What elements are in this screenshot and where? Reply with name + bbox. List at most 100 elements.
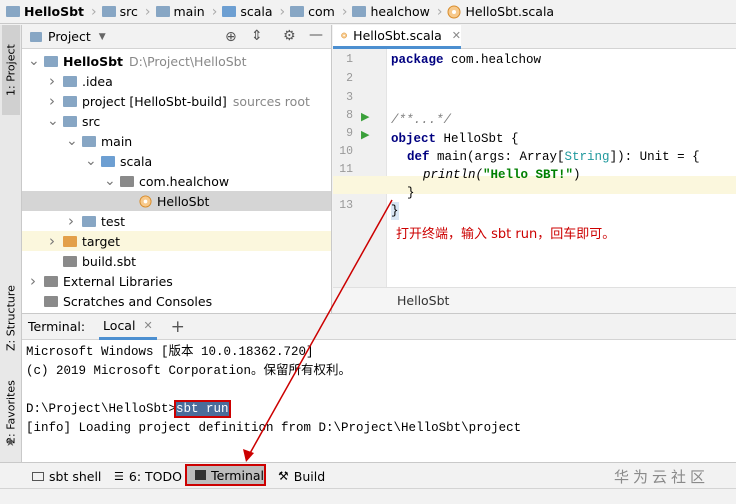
bottom-tool-window-bar: sbt shell ☰ 6: TODO Terminal ⚒ Build 华为云… — [0, 462, 736, 488]
tree-item[interactable]: HelloSbt — [22, 191, 331, 211]
code-line: /**...*/ — [391, 113, 452, 127]
chevron-down-icon[interactable]: ⌄ — [85, 154, 97, 168]
tool-tab-project[interactable]: 1: Project — [2, 25, 20, 115]
source-folder-icon — [222, 6, 237, 17]
terminal-command: sbt run — [174, 400, 231, 418]
tree-item[interactable]: › .idea — [22, 71, 331, 91]
project-view-icon — [30, 31, 42, 42]
scala-object-icon — [139, 194, 152, 208]
chevron-right-icon: › — [91, 3, 97, 20]
breadcrumb-item-scala[interactable]: scala — [222, 0, 274, 24]
tool-tab-terminal[interactable]: Terminal — [185, 464, 266, 486]
chevron-down-icon[interactable]: ⌄ — [66, 134, 78, 148]
tool-tab-label: Build — [293, 468, 326, 484]
tree-item[interactable]: › project [HelloSbt-build] sources root — [22, 91, 331, 111]
chevron-right-icon[interactable]: › — [47, 92, 57, 110]
terminal-tab-local[interactable]: Local ✕ — [99, 314, 157, 340]
minimize-icon[interactable]: — — [309, 27, 323, 43]
breadcrumb-label: HelloSbt — [24, 4, 85, 19]
tree-item[interactable]: ⌄ com.healchow — [22, 171, 331, 191]
breadcrumb-label: healchow — [370, 4, 430, 19]
tool-tab-label: Terminal — [211, 467, 264, 483]
terminal-line: Microsoft Windows [版本 10.0.18362.720] — [26, 345, 314, 359]
tool-tab-structure[interactable]: Z: Structure — [2, 273, 20, 363]
tree-item-label: HelloSbt — [63, 53, 124, 69]
tool-tab-sbt-shell[interactable]: sbt shell — [32, 463, 101, 489]
folder-icon — [101, 6, 116, 17]
folder-icon — [63, 95, 77, 107]
scala-file-icon — [447, 5, 461, 18]
code-line: } — [407, 186, 415, 200]
folder-icon — [63, 75, 77, 87]
tree-item-label: scala — [120, 153, 153, 169]
folder-icon — [290, 6, 305, 17]
chevron-right-icon[interactable]: › — [66, 212, 76, 230]
project-panel-header: Project ▼ ⊕ ⇕ ⚙ — — [22, 25, 331, 49]
editor-tab-hellosbt-scala[interactable]: HelloSbt.scala ✕ — [333, 25, 461, 49]
tool-tab-build[interactable]: ⚒ Build — [278, 463, 325, 489]
tree-item[interactable]: › target — [22, 231, 331, 251]
gear-icon[interactable]: ⚙ — [283, 28, 296, 44]
chevron-right-icon[interactable]: › — [47, 72, 57, 90]
tree-item[interactable]: › test — [22, 211, 331, 231]
chevron-down-icon[interactable]: ⌄ — [47, 114, 59, 128]
console-icon — [32, 471, 44, 481]
tool-tab-label: 6: TODO — [128, 468, 182, 484]
project-view-selector[interactable]: Project — [48, 29, 91, 44]
chevron-right-icon[interactable]: › — [28, 272, 38, 290]
chevron-down-icon[interactable]: ▼ — [99, 32, 106, 42]
terminal-line: (c) 2019 Microsoft Corporation。保留所有权利。 — [26, 364, 352, 378]
editor-breadcrumb-item[interactable]: HelloSbt — [397, 293, 449, 308]
tree-item[interactable]: ⌄ scala — [22, 151, 331, 171]
terminal-line: D:\Project\HelloSbt>sbt run — [26, 400, 231, 418]
scratches-icon — [44, 295, 58, 307]
tree-item-label: project [HelloSbt-build] — [82, 93, 227, 109]
editor-breadcrumb: HelloSbt — [333, 287, 736, 313]
tree-item[interactable]: ⌄ main — [22, 131, 331, 151]
chevron-right-icon[interactable]: › — [47, 232, 57, 250]
chevron-down-icon[interactable]: ⌄ — [104, 174, 116, 188]
locate-icon[interactable]: ⊕ — [225, 29, 237, 45]
add-terminal-icon[interactable]: + — [171, 317, 185, 337]
chevron-right-icon: › — [211, 3, 218, 20]
tree-item[interactable]: ⌄ src — [22, 111, 331, 131]
tree-item[interactable]: › External Libraries — [22, 271, 331, 291]
editor-tab-label: HelloSbt.scala — [353, 28, 442, 43]
left-tool-window-bar: 1: Project Z: Structure 2: Favorites ★ — [0, 25, 22, 462]
tree-item-label: src — [82, 113, 101, 129]
chevron-right-icon: › — [436, 3, 443, 20]
status-bar — [0, 488, 736, 504]
chevron-down-icon[interactable]: ⌄ — [28, 54, 40, 68]
breadcrumb-item-main[interactable]: main — [155, 0, 207, 24]
package-icon — [120, 175, 134, 187]
tool-tab-label: 1: Project — [4, 44, 18, 96]
terminal-output[interactable]: Microsoft Windows [版本 10.0.18362.720] (c… — [22, 340, 736, 463]
tree-item[interactable]: ⌄ HelloSbt D:\Project\HelloSbt — [22, 51, 331, 71]
folder-icon — [82, 135, 96, 147]
tree-item[interactable]: Scratches and Consoles — [22, 291, 331, 311]
terminal-icon — [195, 470, 207, 480]
tree-item-label: target — [82, 233, 121, 249]
breadcrumb-item-file[interactable]: HelloSbt.scala — [447, 0, 556, 24]
folder-icon — [352, 6, 367, 17]
tool-tab-label: Z: Structure — [4, 285, 18, 351]
close-icon[interactable]: ✕ — [143, 319, 152, 332]
breadcrumb-item-healchow[interactable]: healchow — [352, 0, 431, 24]
breadcrumb-item-com[interactable]: com — [290, 0, 337, 24]
chevron-right-icon: › — [341, 3, 348, 20]
breadcrumb-item-src[interactable]: src — [101, 0, 140, 24]
code-line: object HelloSbt { — [391, 132, 519, 146]
close-icon[interactable]: ✕ — [452, 29, 461, 42]
library-icon — [44, 275, 58, 287]
terminal-header: Terminal: Local ✕ + — [22, 314, 736, 340]
breadcrumb-label: HelloSbt.scala — [465, 4, 555, 19]
tree-item-suffix: D:\Project\HelloSbt — [129, 53, 247, 69]
collapse-all-icon[interactable]: ⇕ — [251, 28, 263, 44]
star-icon: ★ — [5, 435, 16, 449]
breadcrumb-item-hellosbt[interactable]: HelloSbt — [6, 0, 86, 24]
code-line: package com.healchow — [391, 53, 542, 67]
hammer-icon: ⚒ — [278, 469, 289, 483]
code-area[interactable]: package com.healchow /**...*/ object Hel… — [333, 49, 736, 287]
tree-item[interactable]: build.sbt — [22, 251, 331, 271]
tool-tab-todo[interactable]: ☰ 6: TODO — [114, 463, 182, 489]
